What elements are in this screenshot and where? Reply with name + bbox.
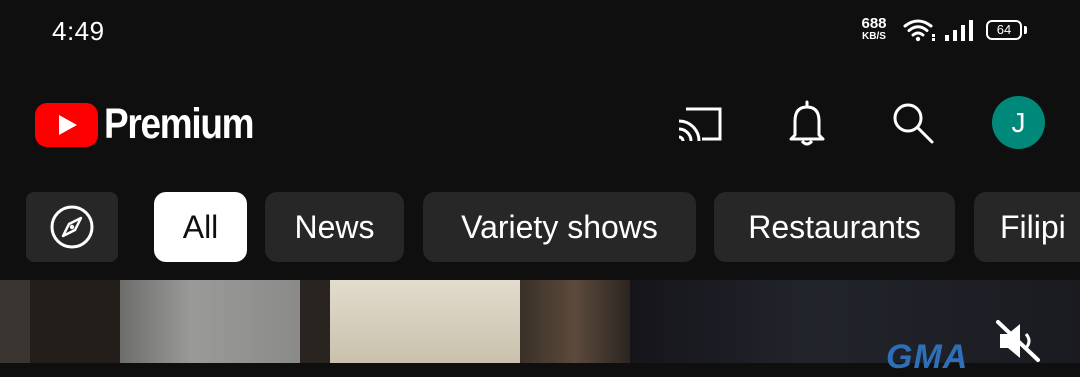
video-frame-segment bbox=[300, 280, 330, 363]
status-time: 4:49 bbox=[52, 16, 105, 46]
video-frame-segment bbox=[0, 280, 30, 363]
wifi-icon bbox=[903, 19, 935, 42]
video-frame-segment bbox=[30, 280, 120, 363]
chip-news[interactable]: News bbox=[265, 192, 404, 262]
bell-icon bbox=[789, 100, 825, 146]
battery-icon: 64 bbox=[986, 20, 1022, 40]
search-button[interactable] bbox=[889, 99, 937, 147]
battery-tip bbox=[1024, 26, 1027, 34]
chip-all[interactable]: All bbox=[154, 192, 247, 262]
youtube-play-icon bbox=[35, 102, 98, 147]
logo-text: Premium bbox=[104, 100, 255, 148]
video-frame-segment bbox=[520, 280, 630, 363]
chip-filipino[interactable]: Filipi bbox=[974, 192, 1080, 262]
notifications-button[interactable] bbox=[783, 99, 831, 147]
chip-restaurants[interactable]: Restaurants bbox=[714, 192, 955, 262]
cast-icon bbox=[678, 107, 722, 142]
video-frame-segment bbox=[120, 280, 300, 363]
battery-level: 64 bbox=[996, 22, 1012, 37]
explore-button[interactable] bbox=[26, 192, 118, 262]
gma-watermark: GMA bbox=[886, 338, 969, 376]
search-icon bbox=[893, 103, 934, 144]
volume-off-icon bbox=[996, 320, 1040, 362]
filter-chip-bar: All News Variety shows Restaurants Filip… bbox=[0, 192, 1080, 262]
youtube-premium-logo[interactable]: Premium bbox=[35, 100, 278, 149]
network-speed-value: 688 bbox=[861, 15, 887, 32]
cast-button[interactable] bbox=[676, 99, 724, 147]
mute-button[interactable] bbox=[994, 318, 1044, 369]
video-frame-segment bbox=[330, 280, 520, 363]
signal-icon bbox=[945, 20, 973, 41]
chip-variety-shows[interactable]: Variety shows bbox=[423, 192, 696, 262]
network-speed: 688 KB/S bbox=[856, 16, 892, 42]
network-speed-unit: KB/S bbox=[862, 31, 886, 42]
status-bar: 4:49 688 KB/S 64 bbox=[0, 0, 1080, 64]
avatar[interactable]: J bbox=[992, 96, 1045, 149]
compass-icon bbox=[50, 205, 94, 249]
